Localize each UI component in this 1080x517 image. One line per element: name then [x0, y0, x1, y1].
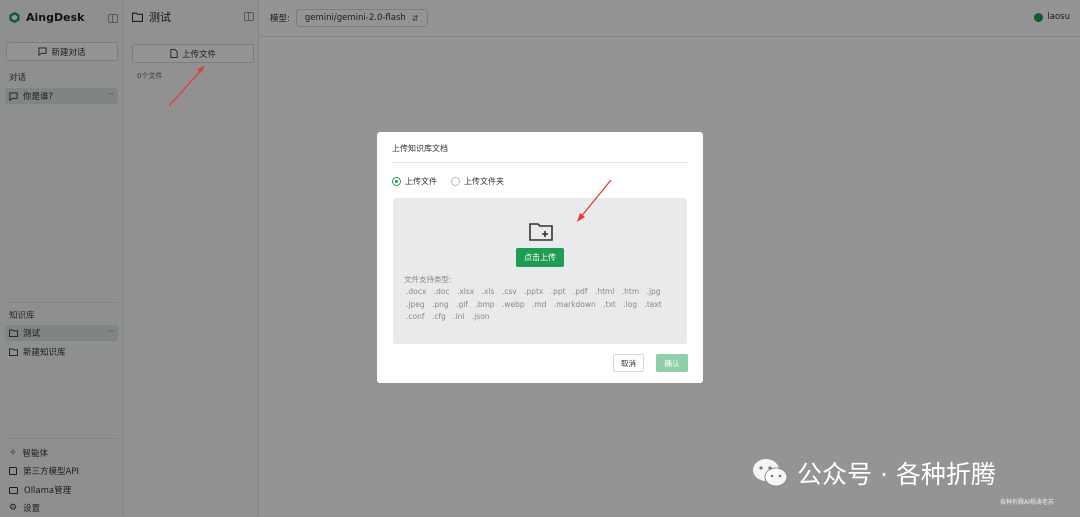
radio-upload-folder[interactable]: 上传文件夹: [451, 176, 504, 187]
file-type: .cfg: [431, 312, 446, 321]
file-type: .csv: [501, 287, 517, 296]
file-type: .conf: [406, 312, 425, 321]
file-type: .webp: [501, 299, 525, 309]
file-type: .xls: [481, 287, 495, 296]
file-type: .txt: [603, 299, 616, 309]
folder-add-icon: [529, 223, 553, 241]
file-type: .gif: [456, 299, 468, 309]
radio-unselected-icon: [451, 177, 460, 186]
file-type: .doc: [433, 287, 450, 296]
file-type: .bmp: [475, 299, 495, 309]
file-type: .json: [471, 312, 490, 321]
file-type: .markdown: [553, 299, 596, 309]
file-type: .text: [644, 299, 662, 309]
file-type: .jpeg: [406, 299, 425, 309]
watermark-subtext: 各种折腾AI杨涛老苏: [1000, 499, 1054, 506]
confirm-button[interactable]: 确认: [656, 354, 688, 372]
file-type: .ppt: [550, 287, 566, 296]
upload-mode-group: 上传文件 上传文件夹: [392, 176, 504, 187]
file-type: .log: [623, 299, 638, 309]
watermark-text: 公众号 · 各种折腾: [797, 460, 996, 489]
file-type: .htm: [621, 287, 640, 296]
file-type: .html: [594, 287, 615, 296]
upload-modal: 上传知识库文档 上传文件 上传文件夹 点击上传 文件支持类型: .docx .d…: [377, 132, 703, 383]
file-type: .md: [531, 299, 547, 309]
file-type: .pdf: [573, 287, 588, 296]
radio-label: 上传文件: [405, 177, 437, 186]
watermark: 公众号 · 各种折腾: [751, 455, 996, 491]
file-type: .docx: [406, 287, 427, 296]
file-type: .pptx: [524, 287, 544, 296]
radio-upload-file[interactable]: 上传文件: [392, 176, 437, 187]
radio-label: 上传文件夹: [464, 177, 504, 186]
file-type: .png: [432, 299, 449, 309]
divider: [392, 162, 688, 163]
modal-title: 上传知识库文档: [392, 144, 448, 153]
file-type: .jpg: [646, 287, 661, 296]
cancel-button[interactable]: 取消: [613, 354, 644, 372]
radio-selected-icon: [392, 177, 401, 186]
file-type: .ini: [453, 312, 465, 321]
upload-drop-zone[interactable]: 点击上传 文件支持类型: .docx .doc .xlsx .xls .csv …: [393, 198, 687, 344]
wechat-icon: [753, 459, 788, 487]
click-upload-button[interactable]: 点击上传: [516, 248, 564, 267]
types-title: 文件支持类型:: [404, 275, 452, 284]
types-list: .docx .doc .xlsx .xls .csv .pptx .ppt .p…: [406, 286, 686, 324]
file-type: .xlsx: [456, 287, 475, 296]
